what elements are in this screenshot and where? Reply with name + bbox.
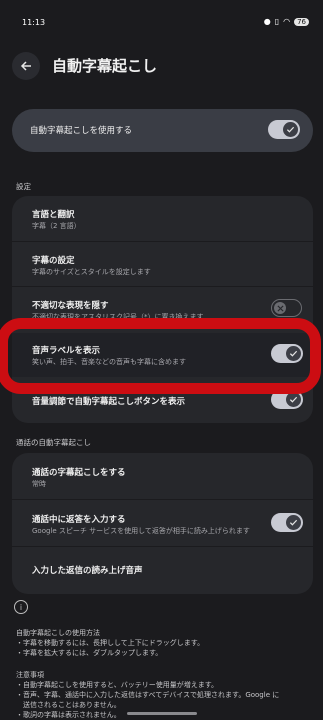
row-title: 入力した返信の読み上げ音声 xyxy=(32,566,143,576)
vibrate-icon: ▯ xyxy=(274,17,280,26)
arrow-left-icon xyxy=(20,61,31,71)
page-title: 自動字幕起こし xyxy=(52,57,158,75)
type-responses-toggle[interactable] xyxy=(271,513,303,532)
row-title: 不適切な表現を隠す xyxy=(32,301,109,311)
notes-title: 注意事項 xyxy=(16,671,44,679)
master-toggle-row[interactable]: 自動字幕起こしを使用する xyxy=(12,109,313,152)
row-subtitle: 字幕（2 言語） xyxy=(32,222,81,230)
row-title: 通話の字幕起こしをする xyxy=(32,468,126,478)
info-icon: i xyxy=(14,600,28,614)
row-title: 音量調節で自動字幕起こしボタンを表示 xyxy=(32,397,186,407)
back-button[interactable] xyxy=(12,52,40,80)
row-reply-voice[interactable]: 入力した返信の読み上げ音声 xyxy=(12,547,313,594)
row-subtitle: 常時 xyxy=(32,480,46,488)
row-subtitle: 字幕のサイズとスタイルを設定します xyxy=(32,268,151,276)
battery-icon: 76 xyxy=(294,17,309,26)
status-bar: 11:13 ● ▯ ◠ 76 xyxy=(0,0,323,40)
status-time: 11:13 xyxy=(22,18,46,27)
row-call-captions[interactable]: 通話の字幕起こしをする 常時 xyxy=(12,453,313,498)
master-toggle-label: 自動字幕起こしを使用する xyxy=(30,126,133,136)
wifi-icon: ◠ xyxy=(283,17,291,26)
howto-block: 自動字幕起こしの使用方法 ・字幕を移動するには、長押しして上下にドラッグします。… xyxy=(16,628,204,658)
row-caption-settings[interactable]: 字幕の設定 字幕のサイズとスタイルを設定します xyxy=(12,242,313,285)
howto-title: 自動字幕起こしの使用方法 xyxy=(16,629,100,637)
row-title: 通話中に返答を入力する xyxy=(32,515,126,525)
row-title: 字幕の設定 xyxy=(32,256,75,266)
check-icon xyxy=(286,515,301,530)
notes-item: ・自動字幕起こしを使用すると、バッテリー使用量が増えます。 xyxy=(16,681,219,689)
row-title: 言語と翻訳 xyxy=(32,210,75,220)
row-type-responses[interactable]: 通話中に返答を入力する Google スピーチ サービスを使用して返答が相手に読… xyxy=(12,500,313,545)
check-icon xyxy=(286,392,301,407)
check-icon xyxy=(283,122,298,137)
hide-profanity-toggle[interactable] xyxy=(271,299,302,317)
home-indicator[interactable] xyxy=(127,712,197,715)
row-language-translation[interactable]: 言語と翻訳 字幕（2 言語） xyxy=(12,196,313,240)
call-section-heading: 通話の自動字幕起こし xyxy=(16,438,91,447)
status-icons: ● ▯ ◠ 76 xyxy=(264,17,309,26)
notes-item: 送信されることはありません。 xyxy=(23,701,121,709)
master-toggle-switch[interactable] xyxy=(268,120,300,139)
row-subtitle: Google スピーチ サービスを使用して返答が相手に読み上げられます xyxy=(32,527,250,535)
settings-section-heading: 設定 xyxy=(16,182,31,191)
close-icon xyxy=(274,302,286,314)
highlight-annotation xyxy=(0,318,321,394)
notification-icon: ● xyxy=(263,17,271,26)
notes-item: ・音声、字幕、通話中に入力した返信はすべてデバイスで処理されます。Google … xyxy=(16,691,280,699)
howto-item: ・字幕を拡大するには、ダブルタップします。 xyxy=(16,649,163,657)
howto-item: ・字幕を移動するには、長押しして上下にドラッグします。 xyxy=(16,639,205,647)
